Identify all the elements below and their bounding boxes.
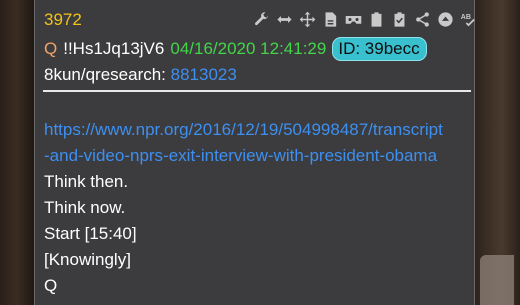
divider <box>43 90 471 92</box>
spellcheck-label: AB <box>461 12 471 20</box>
body-line: Think now. <box>44 198 126 217</box>
spellcheck-icon[interactable]: AB <box>460 11 477 28</box>
resize-horizontal-icon[interactable] <box>276 11 293 28</box>
body-line: Start [15:40] <box>44 224 137 243</box>
wrench-icon[interactable] <box>253 11 270 28</box>
signature: Q <box>44 276 58 295</box>
share-icon[interactable] <box>414 11 431 28</box>
clipboard-icon[interactable] <box>368 11 385 28</box>
article-link-line-1[interactable]: https://www.npr.org/2016/12/19/504998487… <box>44 117 443 143</box>
background-object <box>480 255 514 305</box>
tripcode: !!Hs1Jq13jV6 <box>63 39 165 58</box>
post-number[interactable]: 3972 <box>44 10 82 30</box>
post-toolbar: AB <box>253 8 477 30</box>
background-left <box>0 0 34 305</box>
body-line: Think then. <box>44 172 129 191</box>
id-badge[interactable]: ID: 39becc <box>332 37 427 61</box>
document-icon[interactable] <box>322 11 339 28</box>
move-icon[interactable] <box>299 11 316 28</box>
board-line: 8kun/qresearch: 8813023 <box>44 65 237 85</box>
post-date: 04/16/2020 12:41:29 <box>170 39 327 58</box>
vr-glasses-icon[interactable] <box>345 11 362 28</box>
body-line: [Knowingly] <box>44 250 131 269</box>
board-ref-link[interactable]: 8813023 <box>171 65 237 84</box>
post-card: 3972 AB Q !!Hs1Jq13jV6 04/16/2020 12:41:… <box>34 0 475 305</box>
post-body: https://www.npr.org/2016/12/19/504998487… <box>44 117 443 299</box>
author-name: Q <box>44 39 58 58</box>
up-arrow-circle-icon[interactable] <box>437 11 454 28</box>
clipboard-check-icon[interactable] <box>391 11 408 28</box>
article-link-line-2[interactable]: -and-video-nprs-exit-interview-with-pres… <box>44 143 443 169</box>
board-name: 8kun/qresearch: <box>44 65 166 84</box>
post-meta: Q !!Hs1Jq13jV6 04/16/2020 12:41:29 ID: 3… <box>44 37 427 61</box>
